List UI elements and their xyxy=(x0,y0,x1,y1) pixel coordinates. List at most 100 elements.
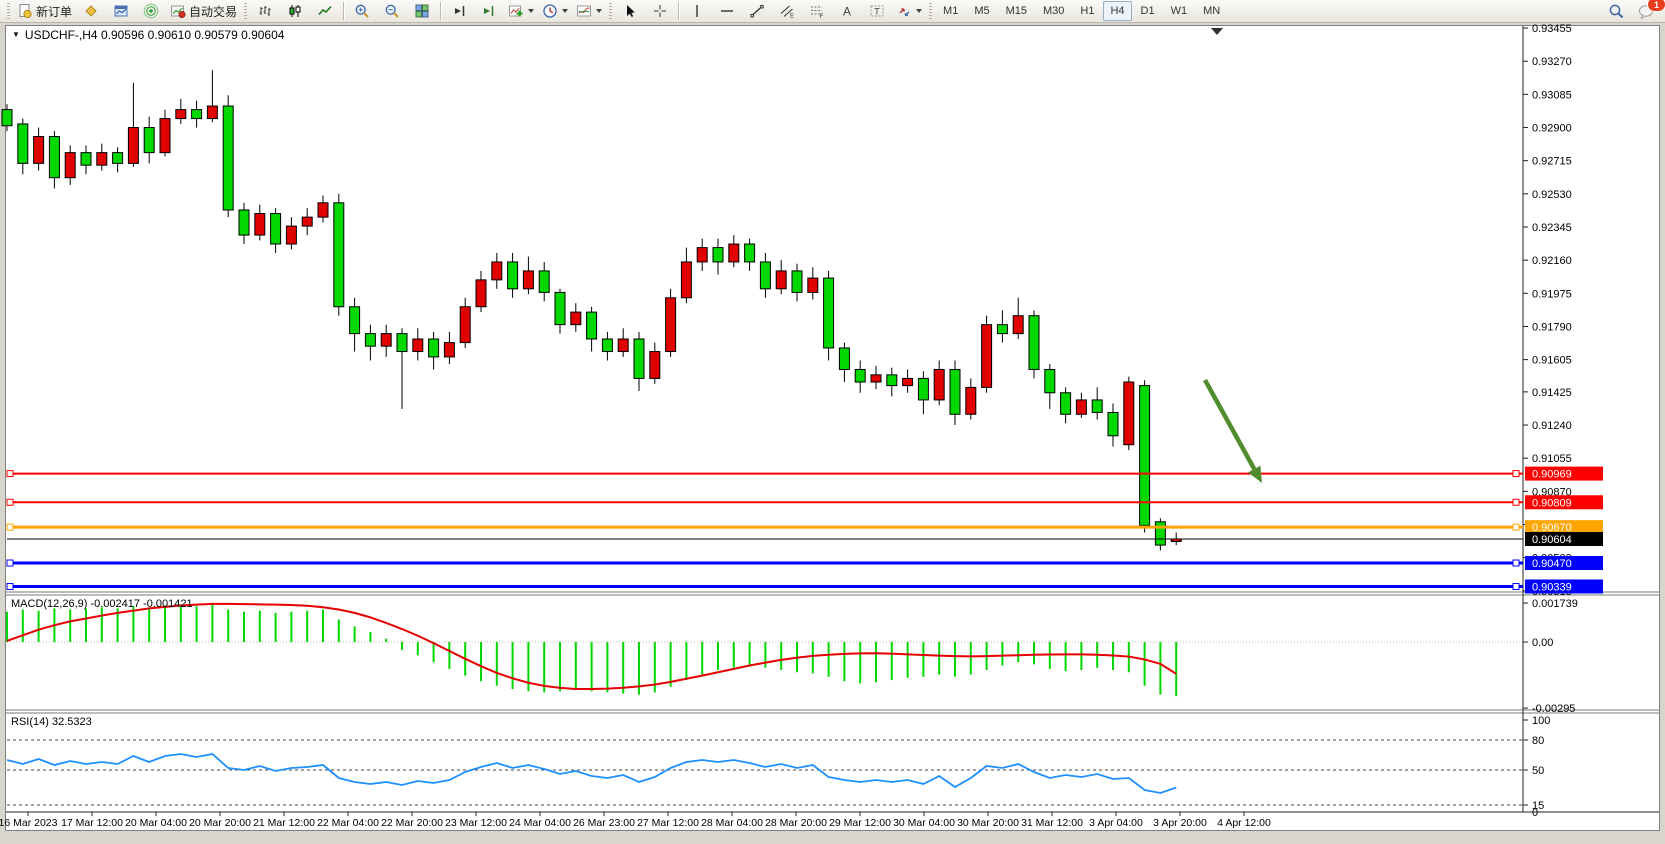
candle-down xyxy=(2,110,12,126)
candle-down xyxy=(397,334,407,352)
candle-up xyxy=(1124,382,1134,445)
svg-text:80: 80 xyxy=(1532,735,1544,747)
line-handle[interactable] xyxy=(1513,583,1519,589)
svg-text:0.00: 0.00 xyxy=(1532,637,1553,649)
candle-up xyxy=(492,262,502,280)
candle-down xyxy=(950,369,960,414)
price-badge-0.90470: 0.90470 xyxy=(1525,556,1603,570)
scroll-marker-icon xyxy=(1211,28,1223,35)
horizontal-lines: 0.909690.908090.906700.906040.904700.903… xyxy=(7,467,1603,594)
line-handle[interactable] xyxy=(7,524,13,530)
candle-up xyxy=(618,339,628,352)
candle-up xyxy=(318,203,328,217)
horizontal-line-0.90809[interactable] xyxy=(7,499,1523,505)
candle-up xyxy=(255,214,265,236)
svg-text:0.92900: 0.92900 xyxy=(1532,123,1572,135)
svg-text:21 Mar 12:00: 21 Mar 12:00 xyxy=(253,817,315,829)
candle-up xyxy=(460,307,470,343)
arrow-annotation[interactable] xyxy=(1205,380,1262,483)
svg-text:20 Mar 04:00: 20 Mar 04:00 xyxy=(125,817,187,829)
candle-up xyxy=(523,271,533,289)
svg-text:30 Mar 04:00: 30 Mar 04:00 xyxy=(893,817,955,829)
svg-text:0.93085: 0.93085 xyxy=(1532,89,1572,101)
line-handle[interactable] xyxy=(1513,499,1519,505)
chart-ohlc-quotes: 0.90596 0.90610 0.90579 0.90604 xyxy=(101,28,285,42)
candle-up xyxy=(444,343,454,357)
svg-text:24 Mar 04:00: 24 Mar 04:00 xyxy=(509,817,571,829)
svg-text:20 Mar 20:00: 20 Mar 20:00 xyxy=(189,817,251,829)
svg-text:0.90339: 0.90339 xyxy=(1532,581,1572,593)
svg-text:0.92530: 0.92530 xyxy=(1532,189,1572,201)
line-handle[interactable] xyxy=(7,583,13,589)
svg-text:0.91605: 0.91605 xyxy=(1532,355,1572,367)
candle-down xyxy=(839,348,849,370)
chart-canvas: 0.934550.932700.930850.929000.927150.925… xyxy=(0,0,1665,844)
svg-text:0.91790: 0.91790 xyxy=(1532,321,1572,333)
svg-text:30 Mar 20:00: 30 Mar 20:00 xyxy=(957,817,1019,829)
candle-down xyxy=(192,110,202,119)
candle-up xyxy=(65,153,75,178)
candle-up xyxy=(982,325,992,388)
svg-text:0.91240: 0.91240 xyxy=(1532,420,1572,432)
svg-text:23 Mar 12:00: 23 Mar 12:00 xyxy=(445,817,507,829)
candle-down xyxy=(634,339,644,378)
price-badge-0.90809: 0.90809 xyxy=(1525,495,1603,509)
candle-down xyxy=(81,153,91,166)
candle-up xyxy=(1013,316,1023,334)
price-axis: 0.934550.932700.930850.929000.927150.925… xyxy=(1523,23,1572,598)
horizontal-line-0.90969[interactable] xyxy=(7,471,1523,477)
horizontal-line-0.90670[interactable] xyxy=(7,524,1523,530)
svg-text:3 Apr 20:00: 3 Apr 20:00 xyxy=(1153,817,1207,829)
svg-text:3 Apr 04:00: 3 Apr 04:00 xyxy=(1089,817,1143,829)
candle-down xyxy=(587,312,597,339)
svg-text:0.90809: 0.90809 xyxy=(1532,497,1572,509)
candle-down xyxy=(365,334,375,347)
line-handle[interactable] xyxy=(1513,560,1519,566)
candle-down xyxy=(602,339,612,352)
horizontal-line-0.90470[interactable] xyxy=(7,560,1523,566)
candle-down xyxy=(760,262,770,289)
svg-text:27 Mar 12:00: 27 Mar 12:00 xyxy=(637,817,699,829)
svg-text:50: 50 xyxy=(1532,765,1544,777)
horizontal-line-0.90339[interactable] xyxy=(7,583,1523,589)
svg-text:28 Mar 20:00: 28 Mar 20:00 xyxy=(765,817,827,829)
line-handle[interactable] xyxy=(7,499,13,505)
candle-down xyxy=(144,128,154,153)
candle-up xyxy=(128,128,138,164)
candle-down xyxy=(1140,386,1150,526)
candle-down xyxy=(555,292,565,324)
chart-title: ▼USDCHF-,H4 0.90596 0.90610 0.90579 0.90… xyxy=(12,28,284,42)
candle-down xyxy=(1045,369,1055,392)
svg-text:100: 100 xyxy=(1532,715,1550,727)
candle-down xyxy=(239,210,249,235)
line-handle[interactable] xyxy=(7,560,13,566)
candle-up xyxy=(966,387,976,414)
svg-text:0.90969: 0.90969 xyxy=(1532,469,1572,481)
candle-down xyxy=(18,124,28,163)
price-badge-0.90339: 0.90339 xyxy=(1525,579,1603,593)
candle-down xyxy=(508,262,518,289)
candle-down xyxy=(918,378,928,400)
svg-text:22 Mar 20:00: 22 Mar 20:00 xyxy=(381,817,443,829)
candle-down xyxy=(824,278,834,348)
candle-down xyxy=(334,203,344,307)
candle-down xyxy=(271,214,281,244)
candle-up xyxy=(207,106,217,119)
line-handle[interactable] xyxy=(1513,471,1519,477)
svg-text:0.90604: 0.90604 xyxy=(1532,534,1572,546)
candle-up xyxy=(808,278,818,292)
candle-up xyxy=(697,248,707,262)
mt4-application-window: 新订单 自动交易 xyxy=(0,0,1665,844)
svg-text:22 Mar 04:00: 22 Mar 04:00 xyxy=(317,817,379,829)
rsi-indicator-label: RSI(14) 32.5323 xyxy=(11,716,92,728)
candle-down xyxy=(792,271,802,293)
candle-up xyxy=(650,352,660,379)
candle-up xyxy=(97,153,107,166)
line-handle[interactable] xyxy=(1513,524,1519,530)
svg-text:0: 0 xyxy=(1532,807,1538,819)
candle-down xyxy=(350,307,360,334)
chart-dropdown-arrow-icon[interactable]: ▼ xyxy=(12,30,20,39)
line-handle[interactable] xyxy=(7,471,13,477)
candle-up xyxy=(934,369,944,399)
macd-axis: 0.0017390.00-0.00295 xyxy=(1523,598,1578,715)
